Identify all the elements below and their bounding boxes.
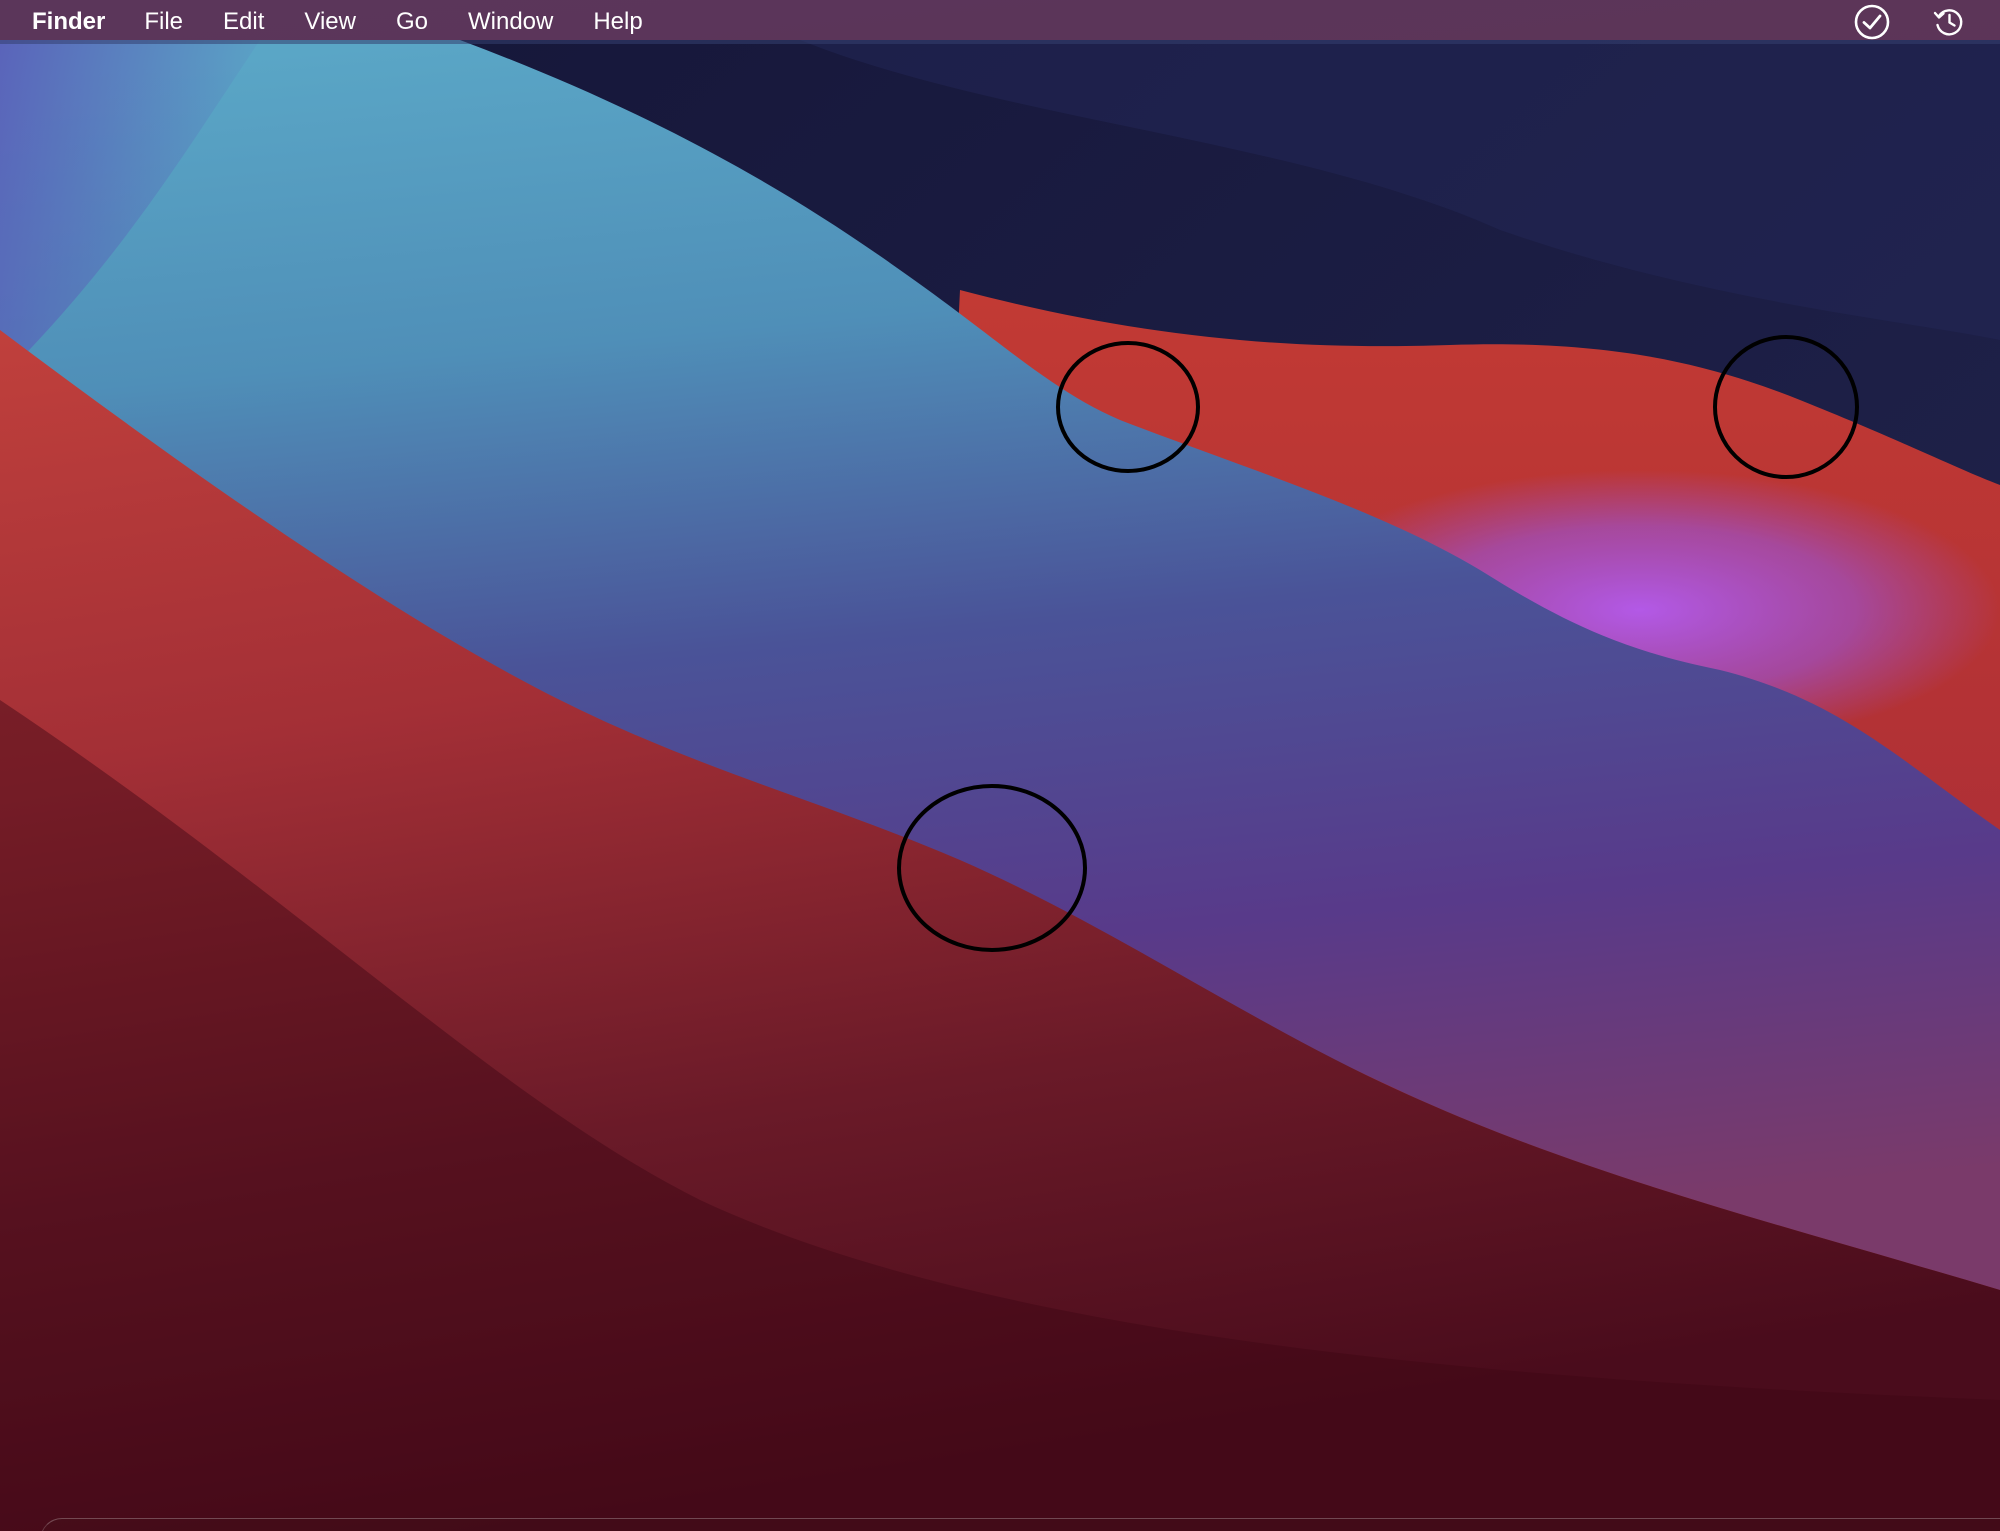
checkmark-circle-icon[interactable] <box>1853 3 1891 41</box>
time-machine-icon[interactable] <box>1930 3 1968 41</box>
dock-edge <box>40 1518 2000 1531</box>
menu-window[interactable]: Window <box>468 0 553 44</box>
menu-bar-left: Finder File Edit View Go Window Help <box>32 0 683 44</box>
menu-view[interactable]: View <box>304 0 356 44</box>
menu-bar: Finder File Edit View Go Window Help <box>0 0 2000 44</box>
menu-app-finder[interactable]: Finder <box>32 0 105 44</box>
menu-help[interactable]: Help <box>593 0 642 44</box>
desktop: Finder File Edit View Go Window Help <box>0 0 2000 1531</box>
desktop-wallpaper <box>0 0 2000 1531</box>
menu-go[interactable]: Go <box>396 0 428 44</box>
menu-file[interactable]: File <box>144 0 183 44</box>
menu-edit[interactable]: Edit <box>223 0 264 44</box>
